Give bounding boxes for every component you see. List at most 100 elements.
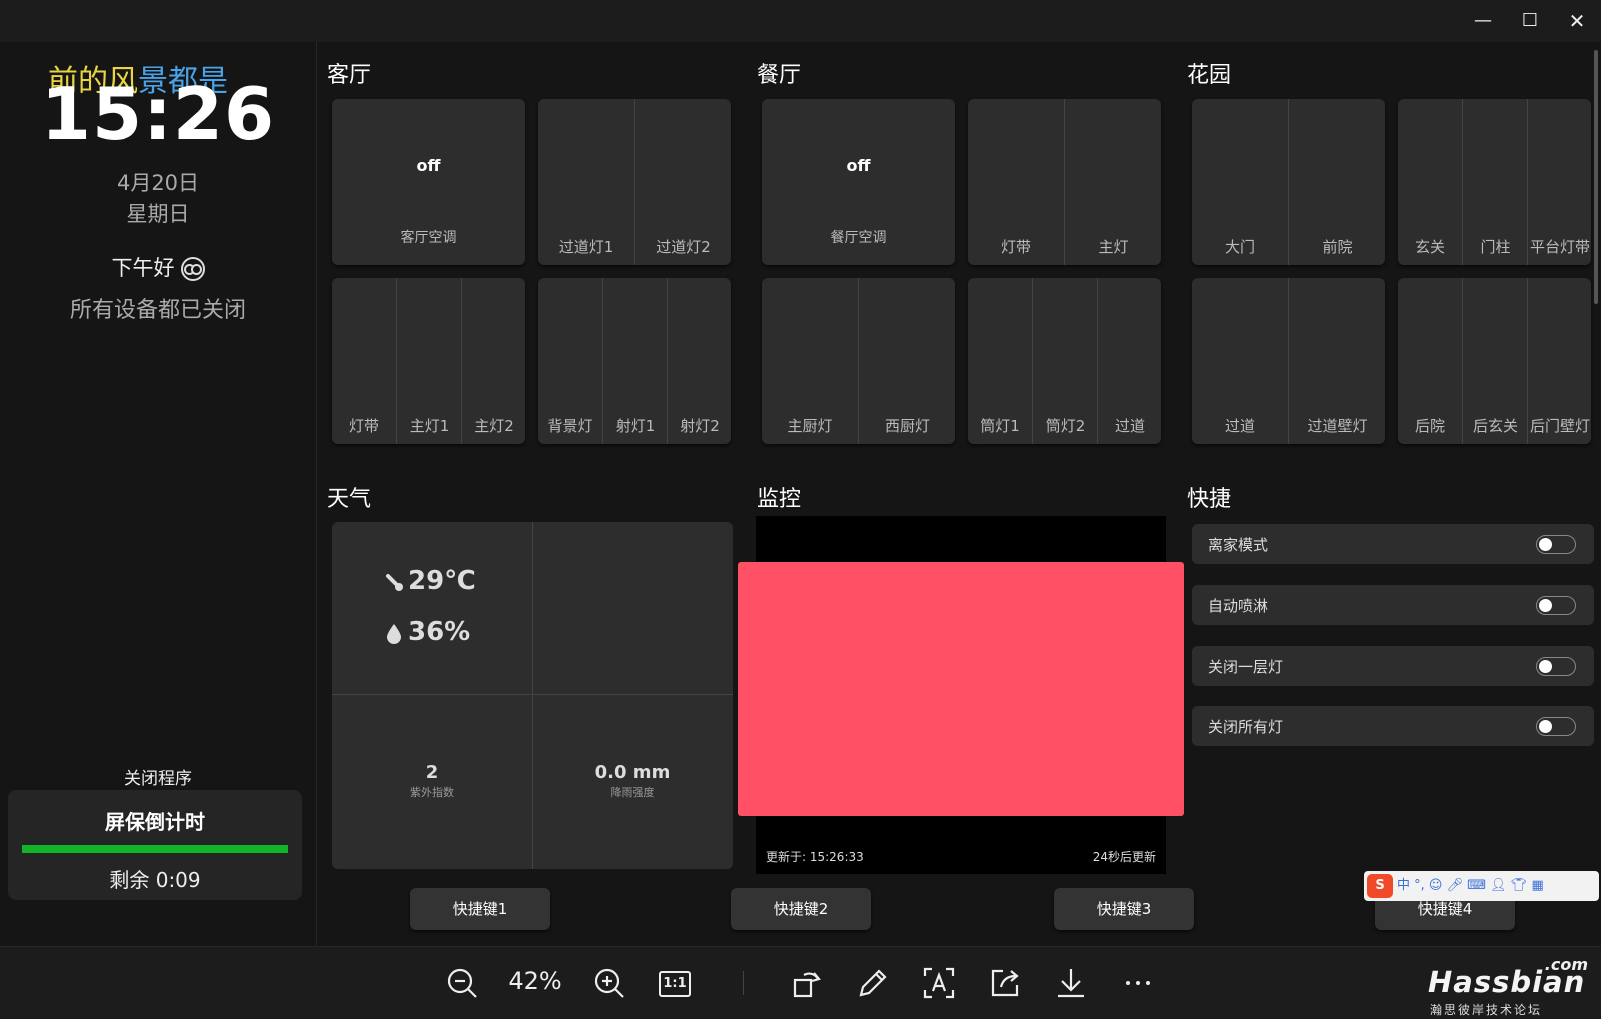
light-label: 大门 xyxy=(1224,238,1255,256)
light-label: 后门壁灯 xyxy=(1529,417,1590,435)
download-icon[interactable] xyxy=(1053,965,1089,1001)
ime-punct-icon[interactable]: °, xyxy=(1414,878,1429,893)
ac-card-dining[interactable]: off 餐厅空调 xyxy=(762,99,955,265)
light-label: 灯带 xyxy=(1000,238,1031,256)
uv-value: 2 xyxy=(425,762,439,783)
ime-grid-icon[interactable]: ▦ xyxy=(1531,878,1543,893)
light-switch[interactable]: 主灯1 xyxy=(396,278,462,444)
scrollbar-thumb[interactable] xyxy=(1594,50,1598,304)
quick-item: 离家模式 xyxy=(1192,524,1594,564)
zoom-in-icon[interactable] xyxy=(591,965,627,1001)
light-switch[interactable]: 前院 xyxy=(1288,99,1385,265)
actual-size-icon[interactable]: 1:1 xyxy=(659,971,691,997)
text-recognition-icon[interactable] xyxy=(921,965,957,1001)
zoom-out-icon[interactable] xyxy=(444,965,480,1001)
title-bar: — ☐ ✕ xyxy=(0,0,1601,42)
ime-toolbar[interactable]: S中 °, ☺ 🎤︎ ⌨ 👤︎ 👕︎ ▦ xyxy=(1364,871,1599,901)
weather-card: 29℃ 36% 2 紫外指数 0.0 mm 降雨强度 xyxy=(332,522,733,869)
room-title-garden: 花园 xyxy=(1187,63,1232,88)
camera-image[interactable] xyxy=(738,562,1184,816)
light-switch[interactable]: 筒灯2 xyxy=(1032,278,1098,444)
rotate-icon[interactable] xyxy=(790,965,826,1001)
light-label: 平台灯带 xyxy=(1529,238,1590,256)
water-drop-icon xyxy=(387,623,401,644)
light-group-card: 后院 后玄关 后门壁灯 xyxy=(1398,278,1591,444)
light-switch[interactable]: 背景灯 xyxy=(538,278,602,444)
maximize-button[interactable]: ☐ xyxy=(1513,8,1547,34)
light-switch[interactable]: 灯带 xyxy=(332,278,396,444)
more-icon[interactable] xyxy=(1120,965,1156,1001)
ac-name: 餐厅空调 xyxy=(830,230,887,246)
toolbar-separator xyxy=(743,971,744,995)
shortcut-button-3[interactable]: 快捷键3 xyxy=(1054,888,1194,930)
close-button[interactable]: ✕ xyxy=(1560,8,1594,34)
quick-item: 关闭所有灯 xyxy=(1192,706,1594,746)
light-group-card: 玄关 门柱 平台灯带 xyxy=(1398,99,1591,265)
shortcut-button-2[interactable]: 快捷键2 xyxy=(731,888,871,930)
quick-item: 自动喷淋 xyxy=(1192,585,1594,625)
light-switch[interactable]: 过道 xyxy=(1192,278,1288,444)
light-switch[interactable]: 过道灯2 xyxy=(634,99,731,265)
light-group-card: 过道 过道壁灯 xyxy=(1192,278,1385,444)
light-label: 后玄关 xyxy=(1472,417,1518,435)
light-switch[interactable]: 过道灯1 xyxy=(538,99,634,265)
light-switch[interactable]: 门柱 xyxy=(1462,99,1528,265)
quick-item-label: 关闭所有灯 xyxy=(1208,718,1284,736)
light-label: 过道灯1 xyxy=(558,238,614,256)
share-icon[interactable] xyxy=(987,965,1023,1001)
shortcut-button-1[interactable]: 快捷键1 xyxy=(410,888,550,930)
toggle-knob xyxy=(1539,599,1552,612)
light-switch[interactable]: 主灯 xyxy=(1064,99,1161,265)
light-label: 筒灯2 xyxy=(1045,417,1086,435)
exit-app-button[interactable]: 关闭程序 xyxy=(0,764,316,789)
light-switch[interactable]: 后院 xyxy=(1398,278,1462,444)
quick-item-label: 离家模式 xyxy=(1208,536,1269,554)
rain-label: 降雨强度 xyxy=(610,786,655,799)
light-label: 主灯 xyxy=(1098,238,1129,256)
light-label: 玄关 xyxy=(1414,238,1445,256)
light-switch[interactable]: 平台灯带 xyxy=(1527,99,1591,265)
light-switch[interactable]: 玄关 xyxy=(1398,99,1462,265)
ime-user-icon[interactable]: 👤︎ xyxy=(1490,878,1511,893)
rain-value: 0.0 mm xyxy=(594,762,671,783)
light-switch[interactable]: 过道 xyxy=(1097,278,1161,444)
light-label: 筒灯1 xyxy=(980,417,1020,435)
smiley-glasses-icon xyxy=(180,257,205,281)
light-switch[interactable]: 灯带 xyxy=(968,99,1064,265)
light-label: 后院 xyxy=(1414,417,1445,435)
quick-toggle[interactable] xyxy=(1536,717,1576,736)
date-text: 4月20日 xyxy=(116,171,200,195)
edit-icon[interactable] xyxy=(855,965,891,1001)
light-switch[interactable]: 主灯2 xyxy=(461,278,525,444)
ime-emoji-icon[interactable]: ☺ xyxy=(1429,878,1447,893)
quick-toggle[interactable] xyxy=(1536,535,1576,554)
light-label: 门柱 xyxy=(1480,238,1511,256)
ac-card-living[interactable]: off 客厅空调 xyxy=(332,99,525,265)
light-switch[interactable]: 过道壁灯 xyxy=(1288,278,1385,444)
light-label: 主灯1 xyxy=(409,417,450,435)
quick-item-label: 自动喷淋 xyxy=(1208,597,1269,615)
light-label: 过道灯2 xyxy=(656,238,711,256)
light-switch[interactable]: 射灯1 xyxy=(602,278,668,444)
minimize-button[interactable]: — xyxy=(1466,8,1500,34)
room-title-living: 客厅 xyxy=(327,63,372,88)
ime-logo-icon[interactable]: S xyxy=(1367,874,1393,898)
light-label: 背景灯 xyxy=(547,417,593,435)
light-switch[interactable]: 后门壁灯 xyxy=(1527,278,1591,444)
ime-mode[interactable]: 中 xyxy=(1397,878,1410,893)
light-switch[interactable]: 筒灯1 xyxy=(968,278,1032,444)
quick-toggle[interactable] xyxy=(1536,596,1576,615)
light-switch[interactable]: 大门 xyxy=(1192,99,1288,265)
ime-keyboard-icon[interactable]: ⌨ xyxy=(1467,878,1490,893)
ime-skin-icon[interactable]: 👕︎ xyxy=(1511,878,1532,893)
light-switch[interactable]: 西厨灯 xyxy=(858,278,955,444)
light-switch[interactable]: 后玄关 xyxy=(1462,278,1528,444)
light-switch[interactable]: 主厨灯 xyxy=(762,278,858,444)
greeting: 下午好 xyxy=(0,252,316,282)
light-switch[interactable]: 射灯2 xyxy=(667,278,731,444)
humidity: 36% xyxy=(384,617,470,647)
light-group-card: 筒灯1 筒灯2 过道 xyxy=(968,278,1161,444)
ime-mic-icon[interactable]: 🎤︎ xyxy=(1447,878,1468,893)
ac-state: off xyxy=(416,156,441,175)
quick-toggle[interactable] xyxy=(1536,657,1576,676)
